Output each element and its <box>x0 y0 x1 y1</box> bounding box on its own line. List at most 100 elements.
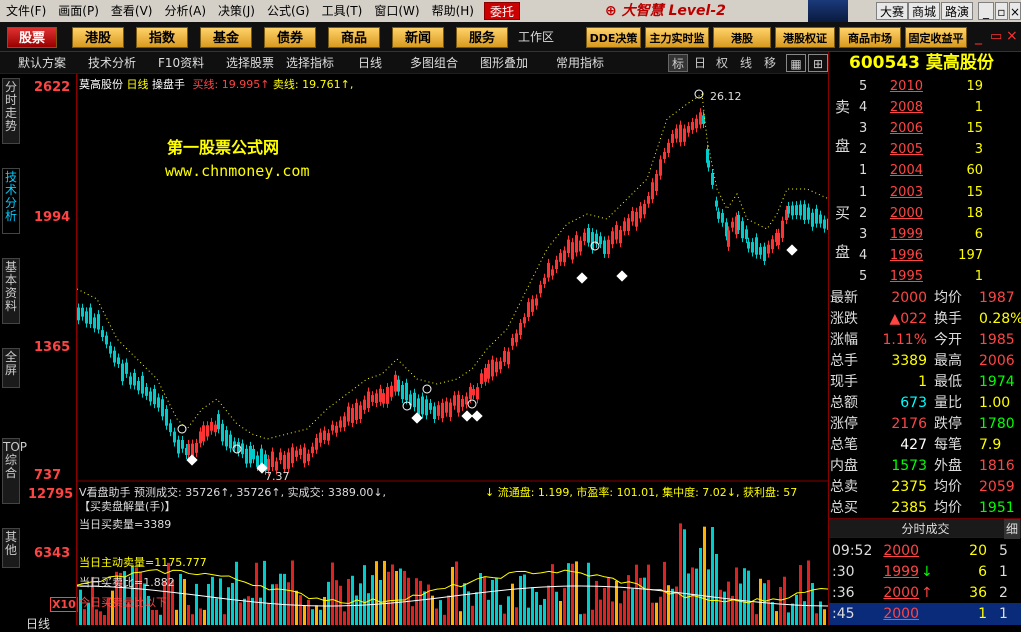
kline-chart[interactable]: 莫高股份 日线 操盘手 买线: 19.995↑ 卖线: 19.761↑, 第一股… <box>76 74 829 625</box>
candle <box>245 444 248 468</box>
menu-formula[interactable]: 公式(G) <box>261 0 316 22</box>
tick-row[interactable]: :30 1999 ↓ 6 1 <box>829 561 1021 583</box>
trade-order-button[interactable]: 委托 <box>483 2 520 20</box>
volume-bar <box>755 614 758 625</box>
tab-default-scheme[interactable]: 默认方案 <box>18 55 66 71</box>
volume-bar <box>707 569 710 625</box>
volume-bar <box>607 577 610 625</box>
quote-v1: 2000 <box>891 290 927 306</box>
menu-screen[interactable]: 画面(P) <box>52 0 105 22</box>
y-label-3: 1365 <box>34 340 71 355</box>
sidetab-fundamental[interactable]: 基本资料 <box>2 258 20 324</box>
volume-bar <box>223 614 226 625</box>
switch-right[interactable]: 权 <box>712 54 732 72</box>
tick-detail-tab[interactable]: 细 <box>1003 519 1020 539</box>
menu-decision[interactable]: 决策(J) <box>212 0 261 22</box>
sell-row[interactable]: 1 2004 60 <box>829 160 1021 181</box>
stocks-button[interactable]: 股票 <box>7 27 57 48</box>
tab-overlay[interactable]: 图形叠加 <box>480 55 528 71</box>
candle <box>327 429 330 445</box>
buy-row[interactable]: 4 1996 197 <box>829 245 1021 266</box>
menu-analysis[interactable]: 分析(A) <box>158 0 212 22</box>
sidetab-other[interactable]: 其他 <box>2 528 20 568</box>
quote-k2: 外盘 <box>934 458 962 474</box>
mall-button[interactable]: 商城 <box>908 2 941 20</box>
menu-help[interactable]: 帮助(H) <box>426 0 480 22</box>
fund-button[interactable]: 基金 <box>200 27 252 48</box>
tick-row[interactable]: :45 2000 1 1 <box>829 603 1021 625</box>
sell-row[interactable]: 5 2010 19 <box>829 76 1021 97</box>
sell-row[interactable]: 2 2005 3 <box>829 139 1021 160</box>
candle <box>671 130 674 147</box>
buy-row[interactable]: 5 1995 1 <box>829 266 1021 287</box>
switch-line[interactable]: 线 <box>736 54 756 72</box>
sell-row[interactable]: 3 2006 15 <box>829 118 1021 139</box>
index-button[interactable]: 指数 <box>136 27 188 48</box>
volume-bar <box>335 580 338 625</box>
quote-v2: 1816 <box>979 458 1015 474</box>
window-restore-icon[interactable]: ▭ <box>990 29 1002 44</box>
candle <box>343 412 346 432</box>
grid-icon[interactable]: ▦ <box>786 54 806 72</box>
candle <box>695 114 698 133</box>
news-button[interactable]: 新闻 <box>392 27 444 48</box>
commodity-market-button[interactable]: 商品市场 <box>839 27 901 48</box>
volume-bar <box>487 599 490 625</box>
tab-select-stock[interactable]: 选择股票 <box>226 55 274 71</box>
quote-k1: 总额 <box>830 395 858 411</box>
candle <box>437 401 440 420</box>
tick-header[interactable]: 分时成交 细 <box>829 518 1021 539</box>
buy-row[interactable]: 1 2003 15 <box>829 182 1021 203</box>
expand-icon[interactable]: ⊞ <box>808 54 828 72</box>
menu-tools[interactable]: 工具(T) <box>316 0 369 22</box>
tab-daily[interactable]: 日线 <box>358 55 382 71</box>
volume-bar <box>83 609 86 625</box>
sidetab-top[interactable]: TOP综合 <box>2 438 27 504</box>
hk-button[interactable]: 港股 <box>713 27 771 48</box>
tick-row[interactable]: 09:52 2000 20 5 <box>829 540 1021 562</box>
candle <box>413 388 416 412</box>
volume-bar <box>623 590 626 625</box>
tab-technical-analysis[interactable]: 技术分析 <box>88 55 136 71</box>
commodity-button[interactable]: 商品 <box>328 27 380 48</box>
sidetab-intraday[interactable]: 分时走势 <box>2 78 20 144</box>
roadshow-button[interactable]: 路演 <box>941 2 974 20</box>
service-button[interactable]: 服务 <box>456 27 508 48</box>
buy-row[interactable]: 2 2000 18 <box>829 203 1021 224</box>
dde-decision-button[interactable]: DDE决策 <box>586 27 641 48</box>
tab-select-indicator[interactable]: 选择指标 <box>286 55 334 71</box>
tab-multi-chart[interactable]: 多图组合 <box>410 55 458 71</box>
tab-common-indicator[interactable]: 常用指标 <box>556 55 604 71</box>
sidetab-fullscreen[interactable]: 全屏 <box>2 348 20 388</box>
sell-row[interactable]: 4 2008 1 <box>829 97 1021 118</box>
buy-row[interactable]: 3 1999 6 <box>829 224 1021 245</box>
switch-mark[interactable]: 标 <box>668 54 688 72</box>
restore-icon[interactable]: ▫ <box>995 2 1008 20</box>
menu-window[interactable]: 窗口(W) <box>368 0 425 22</box>
main-monitor-button[interactable]: 主力实时监 <box>645 27 709 48</box>
close-icon[interactable]: × <box>1009 2 1021 20</box>
volume-bar <box>103 614 106 625</box>
switch-move[interactable]: 移 <box>760 54 780 72</box>
volume-bar <box>611 601 614 625</box>
volume-bar <box>503 613 506 625</box>
fixed-income-button[interactable]: 固定收益平 <box>905 27 967 48</box>
window-close-icon[interactable]: × <box>1006 28 1018 44</box>
switch-day[interactable]: 日 <box>690 54 710 72</box>
menu-view[interactable]: 查看(V) <box>105 0 159 22</box>
hk-warrant-button[interactable]: 港股权证 <box>775 27 835 48</box>
menu-file[interactable]: 文件(F) <box>0 0 52 22</box>
volume-bar <box>307 599 310 625</box>
tab-f10[interactable]: F10资料 <box>158 55 204 71</box>
hk-stocks-button[interactable]: 港股 <box>72 27 124 48</box>
collapse-icon[interactable]: _ <box>975 29 982 45</box>
tick-row[interactable]: :36 2000 ↑ 36 2 <box>829 582 1021 604</box>
sidetab-technical[interactable]: 技术分析 <box>2 168 20 234</box>
quote-row: 总笔 427 每笔 7.9 <box>829 435 1021 456</box>
candle <box>555 255 558 274</box>
bond-button[interactable]: 债券 <box>264 27 316 48</box>
contest-button[interactable]: 大赛 <box>876 2 909 20</box>
candle <box>484 363 487 386</box>
workspace-label[interactable]: 工作区 <box>518 27 554 48</box>
minimize-icon[interactable]: _ <box>978 2 994 20</box>
